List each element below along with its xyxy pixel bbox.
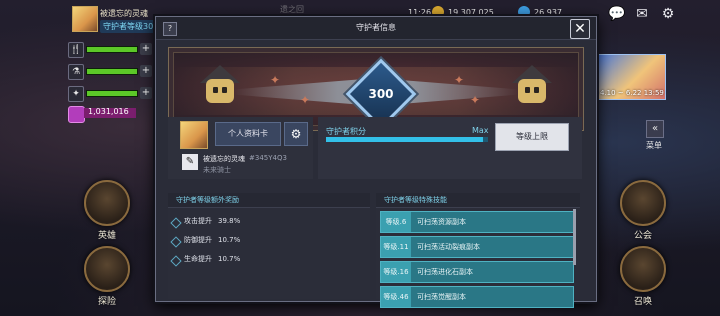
ticket-icon: ✦ <box>68 86 84 102</box>
scrollbar[interactable] <box>573 209 576 265</box>
skill-text: 可扫荡活动裂痕副本 <box>417 243 480 251</box>
guild-label: 公会 <box>633 231 652 241</box>
points-progress-bar <box>326 137 488 142</box>
bonus-value: 39.8% <box>218 217 241 225</box>
settings-icon[interactable]: ⚙ <box>660 6 676 22</box>
skills-header: 守护者等级特殊技能 <box>376 193 580 208</box>
chat-icon[interactable]: 💬 <box>608 6 625 22</box>
mascot-left-icon <box>200 65 240 115</box>
profile-name: 被遗忘的灵魂 <box>203 155 245 163</box>
skill-level: 等级.11 <box>381 237 411 257</box>
potion-bar <box>86 68 138 75</box>
background-title: 遗之回 <box>280 5 304 14</box>
summon-emblem-icon <box>620 246 666 292</box>
special-skills-panel: 守护者等级特殊技能 等级.6 可扫荡资源副本 等级.11 可扫荡活动裂痕副本 等级.… <box>376 193 580 308</box>
add-ticket-button[interactable]: + <box>140 87 152 99</box>
guardian-points-panel: 守护者积分 Max 等级上限 <box>318 117 582 179</box>
bonus-header: 守护者等级额外奖励 <box>168 193 370 208</box>
level-bonus-panel: 守护者等级额外奖励 攻击提升 39.8% 防御提升 10.7% 生命提升 10.7% <box>168 193 370 299</box>
skill-text: 可扫荡资源副本 <box>417 218 466 226</box>
player-avatar[interactable] <box>72 6 98 32</box>
player-level: 守护者等级300 <box>100 20 162 33</box>
ticket-resource[interactable]: ✦ + <box>68 86 154 102</box>
bonus-label: 生命提升 <box>184 255 212 263</box>
bonus-label: 防御提升 <box>184 236 212 244</box>
profile-card-button[interactable]: 个人资料卡 <box>215 122 281 146</box>
star-icon: ✦ <box>270 73 281 87</box>
gear-icon[interactable]: ⚙ <box>284 122 308 146</box>
stamina-resource[interactable]: 🍴 + <box>68 42 154 58</box>
bonus-label: 攻击提升 <box>184 217 212 225</box>
event-date: 4.10 ~ 6.22 13:59 <box>600 89 664 97</box>
dialog-title: 守护者信息 <box>156 17 596 40</box>
menu-button[interactable]: « <box>646 120 664 138</box>
star-icon: ✦ <box>470 93 481 107</box>
mail-icon[interactable]: ✉ <box>634 6 650 22</box>
food-icon: 🍴 <box>68 42 84 58</box>
list-item: 防御提升 10.7% <box>168 231 370 250</box>
heroes-nav[interactable]: 英雄 <box>84 180 130 241</box>
guardian-info-dialog: 守护者信息 ? ✕ ✦ ✦ ✦ ✦ 300 个人资料卡 ⚙ ✎ 被遗忘的灵魂 #… <box>155 16 597 308</box>
explore-label: 探险 <box>97 297 116 307</box>
rank-number: 300 <box>368 87 394 101</box>
points-max: Max <box>472 126 489 135</box>
heroes-label: 英雄 <box>97 231 116 241</box>
mascot-right-icon <box>512 65 552 115</box>
help-button[interactable]: ? <box>163 22 177 36</box>
stamina-bar <box>86 46 138 53</box>
gem-count: 1,031,016 <box>88 107 129 116</box>
edit-icon[interactable]: ✎ <box>182 154 198 170</box>
skill-text: 可扫荡觉醒副本 <box>417 293 466 301</box>
diamond-icon <box>170 255 182 267</box>
list-item: 等级.11 可扫荡活动裂痕副本 <box>380 236 574 258</box>
add-stamina-button[interactable]: + <box>140 43 152 55</box>
guild-emblem-icon <box>620 180 666 226</box>
list-item: 等级.46 可扫荡觉醒副本 <box>380 286 574 308</box>
guild-nav[interactable]: 公会 <box>620 180 666 241</box>
explore-emblem-icon <box>84 246 130 292</box>
explore-nav[interactable]: 探险 <box>84 246 130 307</box>
list-item: 生命提升 10.7% <box>168 250 370 269</box>
potion-resource[interactable]: ⚗ + <box>68 64 154 80</box>
profile-avatar[interactable] <box>180 121 208 149</box>
star-icon: ✦ <box>454 73 465 87</box>
summon-label: 召唤 <box>633 297 652 307</box>
skill-level: 等级.46 <box>381 287 411 307</box>
skill-level: 等级.16 <box>381 262 411 282</box>
profile-id: #345Y4Q3 <box>249 154 287 162</box>
menu-label: 菜单 <box>646 141 662 150</box>
skill-text: 可扫荡进化石副本 <box>417 268 473 276</box>
skill-level: 等级.6 <box>381 212 411 232</box>
diamond-icon <box>170 217 182 229</box>
ticket-bar <box>86 90 138 97</box>
bonus-value: 10.7% <box>218 236 241 244</box>
list-item: 攻击提升 39.8% <box>168 212 370 231</box>
list-item: 等级.16 可扫荡进化石副本 <box>380 261 574 283</box>
points-label: 守护者积分 <box>326 127 366 136</box>
summon-nav[interactable]: 召唤 <box>620 246 666 307</box>
profile-panel: 个人资料卡 ⚙ ✎ 被遗忘的灵魂 #345Y4Q3 未来骑士 <box>168 117 313 179</box>
player-name: 被遗忘的灵魂 <box>100 9 148 18</box>
diamond-icon <box>170 236 182 248</box>
bonus-value: 10.7% <box>218 255 241 263</box>
close-button[interactable]: ✕ <box>570 19 590 39</box>
list-item: 等级.6 可扫荡资源副本 <box>380 211 574 233</box>
heroes-emblem-icon <box>84 180 130 226</box>
add-potion-button[interactable]: + <box>140 65 152 77</box>
potion-icon: ⚗ <box>68 64 84 80</box>
gem-icon <box>68 106 85 123</box>
star-icon: ✦ <box>300 93 311 107</box>
level-cap-button[interactable]: 等级上限 <box>495 123 569 151</box>
profile-status: 未来骑士 <box>203 166 231 174</box>
